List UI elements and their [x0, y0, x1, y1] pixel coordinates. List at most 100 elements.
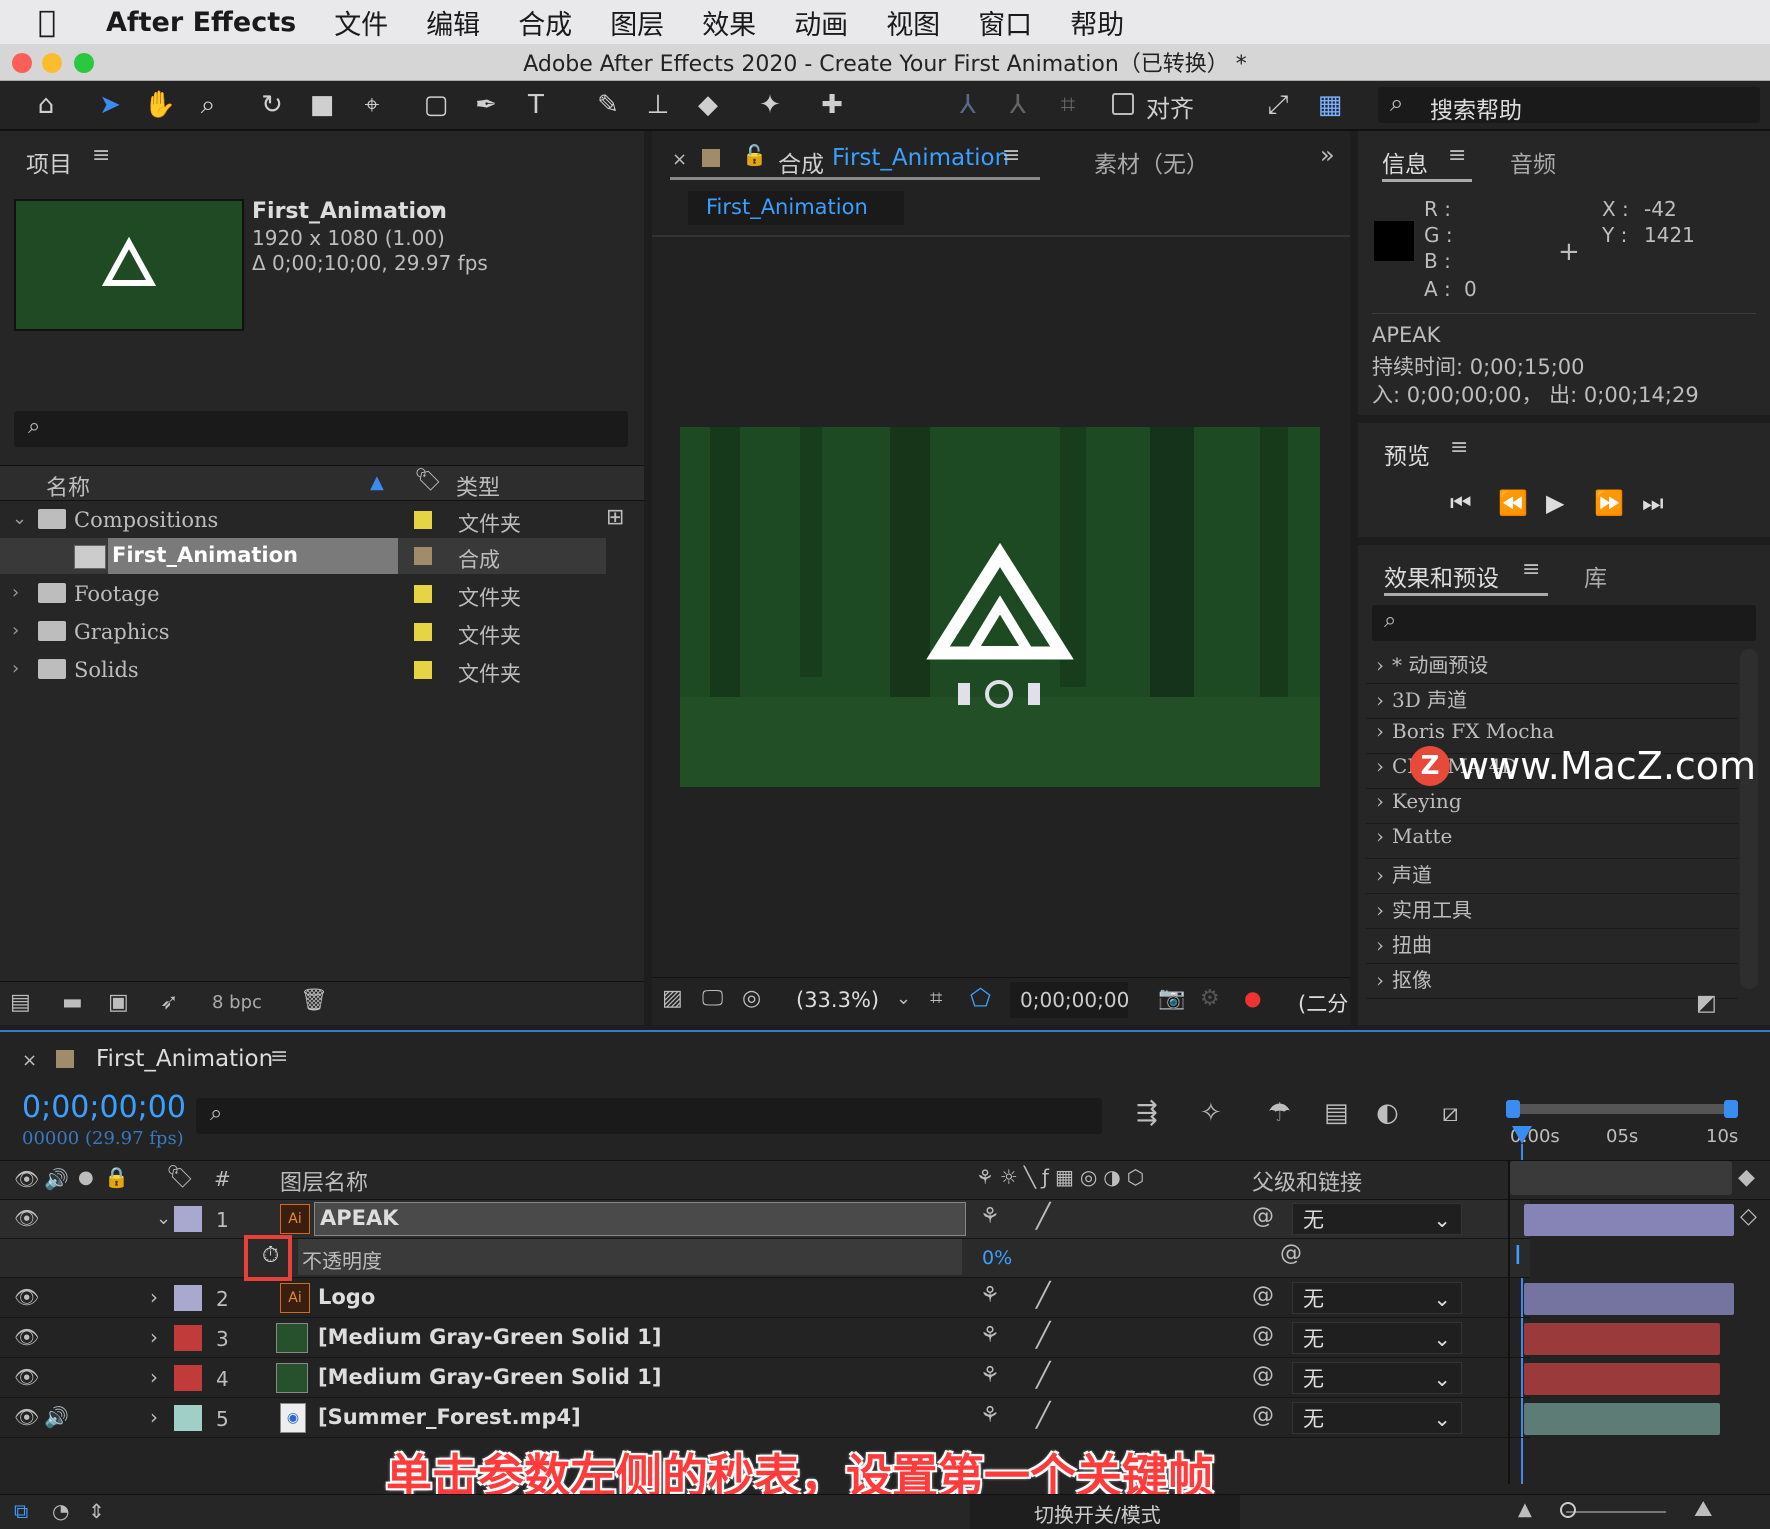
label-color[interactable]: [414, 623, 432, 641]
panel-menu-icon[interactable]: ≡: [92, 143, 110, 168]
list-item[interactable]: › Keying: [1366, 789, 1738, 824]
list-item[interactable]: › 3D 声道: [1366, 684, 1738, 719]
audio-icon[interactable]: 🔊: [44, 1405, 69, 1429]
zoom-slider-handle[interactable]: [1560, 1502, 1576, 1518]
comp-tab-prefix[interactable]: 合成: [778, 145, 824, 179]
next-frame-icon[interactable]: ⏩: [1594, 489, 1624, 517]
transfer-controls-icon[interactable]: ◔: [52, 1499, 69, 1523]
roto-brush-tool-icon[interactable]: ✦: [752, 87, 788, 123]
eraser-tool-icon[interactable]: ◆: [690, 87, 726, 123]
pen-tool-icon[interactable]: ✒: [468, 87, 504, 123]
zoom-level[interactable]: (33.3%): [796, 988, 879, 1012]
in-out-icon[interactable]: ⇕: [88, 1499, 105, 1523]
column-parent[interactable]: 父级和链接: [1252, 1165, 1362, 1197]
preview-panel-title[interactable]: 预览: [1384, 437, 1430, 471]
table-row[interactable]: 👁 › 4 [Medium Gray-Green Solid 1] ⚘ ╱ @ …: [0, 1359, 1530, 1398]
panel-menu-icon[interactable]: ≡: [1002, 143, 1020, 168]
label-color[interactable]: [414, 511, 432, 529]
bit-depth[interactable]: 8 bpc: [212, 992, 262, 1013]
quality-switch-icon[interactable]: ╱: [1036, 1321, 1050, 1349]
list-item[interactable]: › Footage 文件夹: [0, 576, 606, 612]
property-row[interactable]: ⏱ 不透明度 0% @ I: [0, 1235, 1530, 1281]
motion-blur-icon[interactable]: ◐: [1376, 1098, 1399, 1128]
work-area-end-handle[interactable]: [1724, 1100, 1738, 1118]
axis-world-icon[interactable]: ⅄: [1000, 87, 1036, 123]
eye-icon[interactable]: 👁: [14, 1167, 39, 1191]
monitor-icon[interactable]: 🖵: [702, 986, 723, 1011]
menu-app-name[interactable]: After Effects: [106, 7, 296, 38]
list-item[interactable]: › 扭曲: [1366, 929, 1738, 964]
chevron-right-icon[interactable]: ›: [150, 1365, 158, 1389]
list-item[interactable]: › 实用工具: [1366, 894, 1738, 929]
layer-name[interactable]: [Medium Gray-Green Solid 1]: [318, 1365, 661, 1389]
shy-switch-icon[interactable]: ⚘: [980, 1323, 1000, 1348]
playhead-handle[interactable]: [1512, 1126, 1532, 1144]
new-folder-icon[interactable]: ▬: [62, 990, 83, 1015]
shy-switch-icon[interactable]: ⚘: [980, 1283, 1000, 1308]
list-item[interactable]: › Matte: [1366, 824, 1738, 859]
layer-duration-bar[interactable]: [1524, 1283, 1734, 1315]
eye-icon[interactable]: 👁: [14, 1405, 39, 1429]
layer-duration-bar[interactable]: [1524, 1363, 1720, 1395]
menu-item-effect[interactable]: 效果: [702, 3, 756, 42]
brush-tool-icon[interactable]: ✎: [590, 87, 626, 123]
hand-tool-icon[interactable]: ✋: [142, 87, 178, 123]
audio-icon[interactable]: 🔊: [44, 1167, 69, 1191]
parent-dropdown[interactable]: 无 ⌄: [1292, 1362, 1462, 1394]
chevron-down-icon[interactable]: ⌄: [896, 988, 911, 1009]
shy-switch-icon[interactable]: ⚘: [980, 1403, 1000, 1428]
label-color[interactable]: [414, 661, 432, 679]
viewer-timecode-field[interactable]: 0;00;00;00: [1010, 982, 1129, 1018]
menu-item-window[interactable]: 窗口: [978, 3, 1032, 42]
comp-tab-name[interactable]: First_Animation: [832, 145, 1009, 171]
layer-label-color[interactable]: [174, 1405, 202, 1431]
preview-toggle-icon[interactable]: ▨: [662, 986, 683, 1011]
layer-name[interactable]: [Summer_Forest.mp4]: [318, 1405, 581, 1429]
region-of-interest-icon[interactable]: ⌗: [930, 986, 942, 1011]
lock-icon[interactable]: 🔓: [742, 143, 767, 167]
channel-icon[interactable]: ●: [1244, 986, 1261, 1010]
table-row[interactable]: 👁 › 2 Ai Logo ⚘ ╱ @ 无 ⌄: [0, 1279, 1530, 1318]
solo-icon[interactable]: ●: [78, 1167, 94, 1188]
panel-menu-icon[interactable]: ≡: [1450, 435, 1468, 460]
table-row[interactable]: 👁 ⌄ 1 Ai APEAK ⚘ ╱ @ 无 ⌄: [0, 1200, 1530, 1239]
composition-viewer[interactable]: [680, 427, 1320, 787]
timeline-timecode[interactable]: 0;00;00;00: [22, 1090, 186, 1125]
label-color[interactable]: [414, 585, 432, 603]
column-layer-name[interactable]: 图层名称: [280, 1165, 368, 1197]
shy-switch-icon[interactable]: ⚘: [980, 1204, 1000, 1229]
property-value[interactable]: 0%: [982, 1247, 1012, 1269]
comp-flowchart-icon[interactable]: ⇶: [1136, 1098, 1158, 1128]
timeline-comp-name[interactable]: First_Animation: [96, 1046, 273, 1072]
project-panel-title[interactable]: 项目: [26, 145, 72, 179]
trash-icon[interactable]: 🗑: [300, 988, 328, 1013]
play-icon[interactable]: ▶: [1546, 489, 1564, 517]
pick-whip-icon[interactable]: @: [1252, 1283, 1274, 1308]
layer-label-color[interactable]: [174, 1285, 202, 1311]
panel-menu-icon[interactable]: ≡: [270, 1044, 288, 1069]
label-tag-icon[interactable]: 🏷: [414, 468, 442, 493]
chevron-right-icon[interactable]: ›: [150, 1325, 158, 1349]
chevron-right-icon[interactable]: ›: [12, 582, 19, 603]
puppet-pin-tool-icon[interactable]: ✚: [814, 87, 850, 123]
switches-icons[interactable]: ⚘☼╲ƒ▦◎◑⬡: [976, 1165, 1150, 1189]
menu-item-animation[interactable]: 动画: [794, 3, 848, 42]
expression-pick-whip-icon[interactable]: @: [1280, 1241, 1302, 1266]
home-icon[interactable]: ⌂: [28, 87, 64, 123]
mask-visibility-icon[interactable]: ◎: [742, 986, 761, 1011]
zoom-window-button[interactable]: [74, 53, 94, 73]
layer-label-color[interactable]: [174, 1206, 202, 1232]
layer-duration-bar[interactable]: [1524, 1323, 1720, 1355]
last-frame-icon[interactable]: ⏭: [1642, 489, 1664, 517]
eye-icon[interactable]: 👁: [14, 1206, 39, 1230]
menu-item-edit[interactable]: 编辑: [426, 3, 480, 42]
tab-audio[interactable]: 音频: [1510, 145, 1556, 179]
transparency-grid-icon[interactable]: ⬠: [970, 984, 991, 1012]
list-item[interactable]: › 声道: [1366, 859, 1738, 894]
label-color[interactable]: [414, 547, 432, 565]
eye-icon[interactable]: 👁: [14, 1325, 39, 1349]
comp-dropdown-icon[interactable]: ▼: [430, 201, 442, 220]
list-item[interactable]: › Solids 文件夹: [0, 652, 606, 688]
menu-item-file[interactable]: 文件: [334, 3, 388, 42]
effects-scrollbar[interactable]: [1740, 649, 1758, 989]
